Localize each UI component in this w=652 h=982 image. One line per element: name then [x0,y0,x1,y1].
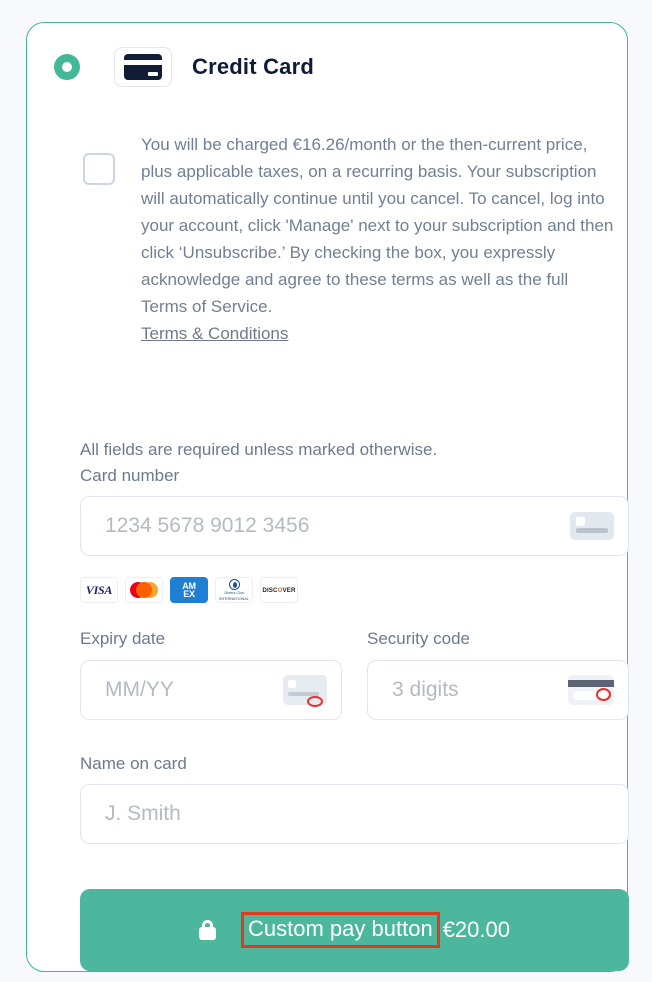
name-on-card-label: Name on card [80,754,187,773]
expiry-date-input[interactable]: MM/YY [80,660,342,720]
card-placeholder-icon [570,512,614,540]
terms-and-conditions-link[interactable]: Terms & Conditions [141,320,288,347]
payment-card-container: Credit Card You will be charged €16.26/m… [26,22,629,972]
amex-wordmark: AM EX [182,582,196,599]
discover-text-2: VER [282,586,296,594]
terms-disclosure-text: You will be charged €16.26/month or the … [141,135,614,316]
payment-method-radio-credit-card[interactable] [54,54,80,80]
diners-club-icon: Diners Club INTERNATIONAL [215,577,253,603]
amex-line-2: EX [183,589,195,599]
card-chip-shape [576,517,585,526]
lock-icon [199,920,217,940]
credit-card-glyph [124,54,162,80]
terms-checkbox[interactable] [83,153,115,185]
terms-text-block: You will be charged €16.26/month or the … [141,131,617,347]
name-on-card-input[interactable]: J. Smith [80,784,629,844]
required-fields-note: All fields are required unless marked ot… [80,440,438,459]
security-code-placeholder: 3 digits [392,678,459,701]
card-number-placeholder: 1234 5678 9012 3456 [105,514,310,537]
cvv-highlight-oval [596,688,611,701]
pay-button-amount: €20.00 [442,917,510,942]
mastercard-circles [130,582,158,598]
pay-button-label: Custom pay button [241,912,440,948]
diners-mark: Diners Club INTERNATIONAL [218,578,250,602]
expiry-date-label: Expiry date [80,629,166,648]
card-number-input[interactable]: 1234 5678 9012 3456 [80,496,629,556]
discover-text-1: DISC [262,586,278,594]
payment-form-page: Credit Card You will be charged €16.26/m… [0,0,652,982]
discover-wordmark: DISCOVER [262,587,295,594]
amex-icon: AM EX [170,577,208,603]
diners-sub-label: INTERNATIONAL [218,595,250,601]
lock-body-shape [199,927,217,940]
mastercard-icon [125,577,163,603]
expiry-date-placeholder: MM/YY [105,678,174,701]
diners-ring-shape [228,578,240,590]
pay-button[interactable]: Custom pay button €20.00 [80,889,629,971]
payment-method-row[interactable]: Credit Card [54,47,314,87]
name-on-card-placeholder: J. Smith [105,802,181,825]
payment-method-label: Credit Card [192,54,314,79]
security-code-input[interactable]: 3 digits [367,660,629,720]
expiry-highlight-oval [307,696,323,707]
credit-card-icon [114,47,172,87]
discover-icon: DISCOVER [260,577,298,603]
security-code-label: Security code [367,629,470,648]
card-back-cvv-icon [568,675,614,705]
visa-label: VISA [85,582,113,597]
card-expiry-icon [283,675,327,707]
visa-icon: VISA [80,577,118,603]
card-stripe-shape [576,528,608,533]
cvv-magstripe-shape [568,680,614,687]
card-number-label: Card number [80,466,180,485]
diners-label: Diners Club [224,589,244,595]
terms-row: You will be charged €16.26/month or the … [83,131,617,347]
expiry-chip-shape [288,680,296,688]
radio-inner-dot [62,62,72,72]
accepted-card-brands: VISA AM EX Diners Club INTERNATIONAL DIS… [80,577,298,603]
mastercard-overlap [136,582,152,598]
